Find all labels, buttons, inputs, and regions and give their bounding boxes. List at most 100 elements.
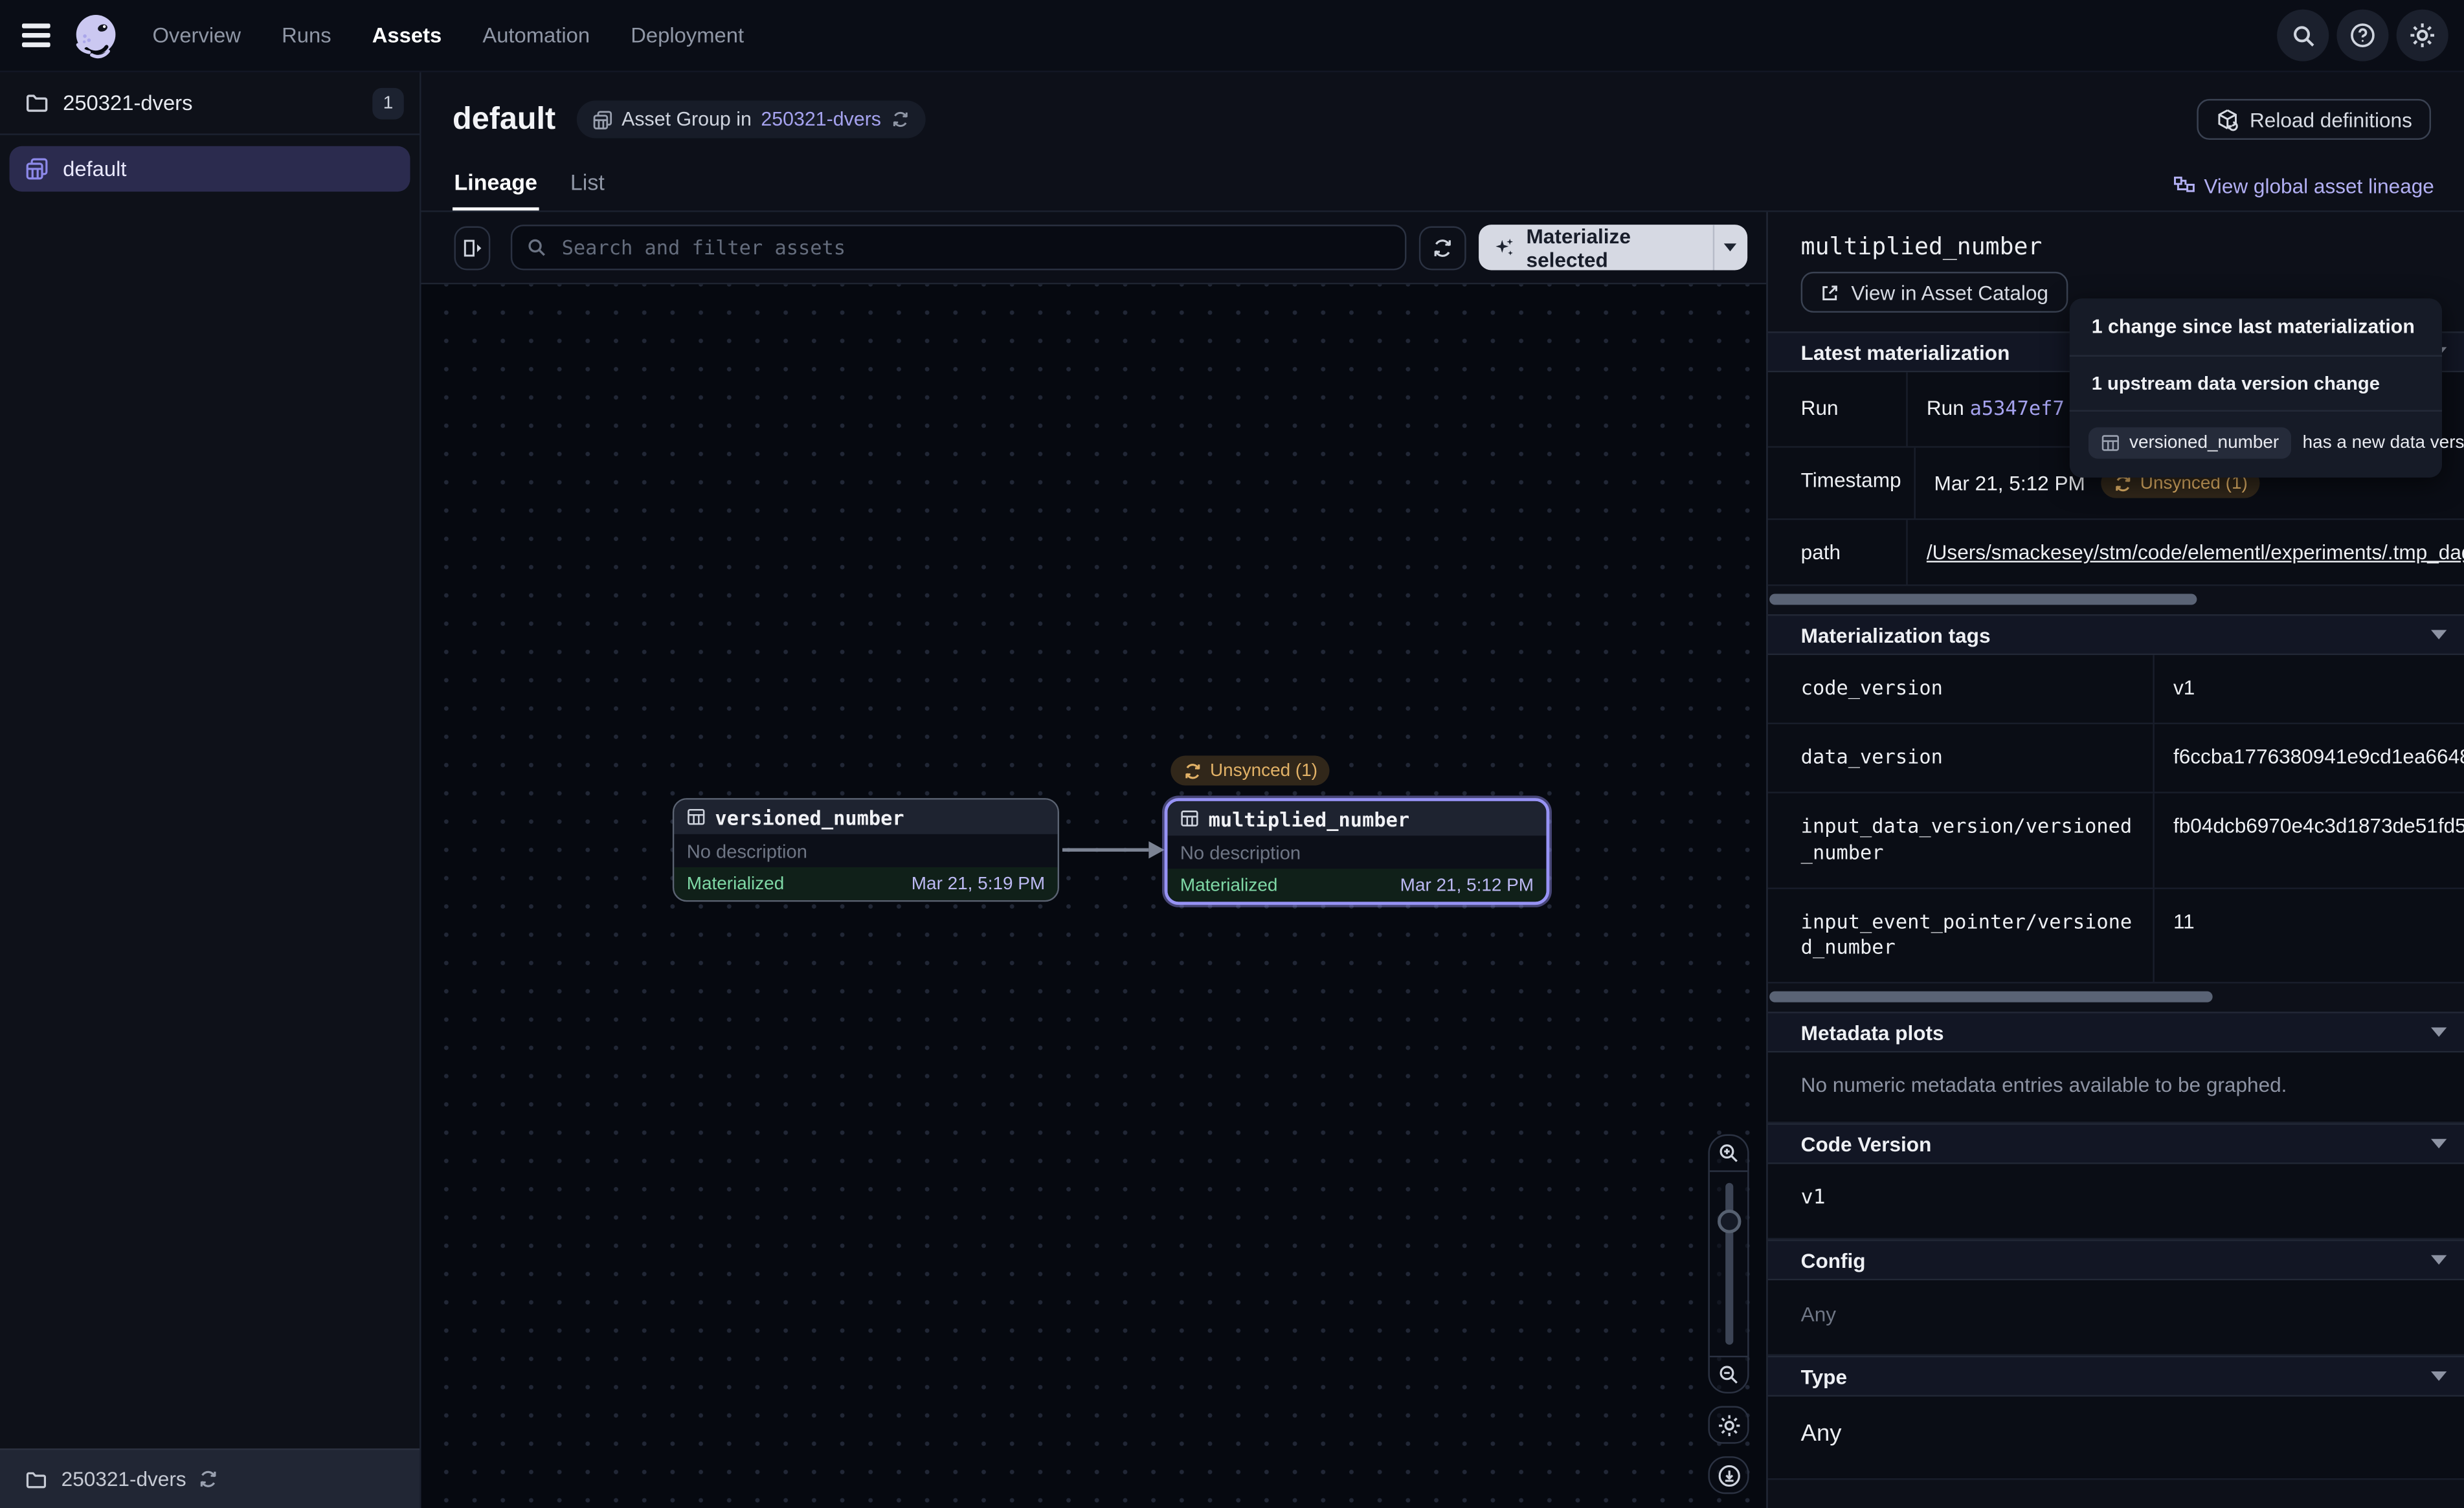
search-icon [527,238,548,258]
sidebar-item-default-group[interactable]: default [10,146,410,192]
node-description: No description [674,834,1057,867]
materialize-selected-split-button: Materialize selected [1479,225,1747,270]
code-version-value: v1 [1768,1164,2464,1240]
chevron-down-icon [2431,630,2447,639]
tag-row: code_version v1 [1768,655,2464,724]
metadata-plots-empty-text: No numeric metadata entries available to… [1768,1053,2464,1124]
lineage-edge-arrow [1062,839,1166,861]
selected-asset-title: multiplied_number [1768,212,2464,261]
reload-cube-icon [2215,107,2239,131]
horizontal-scrollbar[interactable] [1769,594,2197,605]
search-icon[interactable] [2277,10,2329,61]
sidebar-footer[interactable]: 250321-dvers [0,1448,420,1508]
settings-gear-icon[interactable] [2397,10,2448,61]
horizontal-scrollbar[interactable] [1769,992,2212,1003]
chevron-down-icon [2431,1372,2447,1382]
lineage-graph-section: Materialize selected [421,212,1767,1508]
badge-prefix: Asset Group in [622,108,752,130]
refresh-graph-icon[interactable] [1420,225,1466,269]
nav-assets[interactable]: Assets [372,23,442,47]
zoom-slider[interactable] [1710,1170,1747,1357]
search-input[interactable] [559,234,1391,261]
nav-runs[interactable]: Runs [282,23,331,47]
asset-group-badge[interactable]: Asset Group in 250321-dvers [576,100,925,138]
materialize-options-dropdown[interactable] [1712,225,1747,270]
type-value: Any [1768,1397,2464,1480]
sync-icon [197,1469,218,1490]
section-type[interactable]: Type [1768,1356,2464,1397]
repo-label: 250321-dvers [63,91,192,115]
asset-pill[interactable]: versioned_number [2089,427,2292,459]
folder-icon [25,1468,47,1490]
nav-overview[interactable]: Overview [152,23,241,47]
tooltip-suffix: has a new data version [2303,434,2464,452]
asset-node-versioned-number[interactable]: versioned_number No description Material… [673,798,1059,902]
lineage-graph-icon [2173,175,2195,197]
run-id-link[interactable]: a5347ef7 [1970,396,2065,419]
unsynced-icon [1183,761,1202,780]
menu-icon[interactable] [22,24,50,47]
app-root: Overview Runs Assets Automation Deployme… [0,0,2464,1508]
view-global-asset-lineage-link[interactable]: View global asset lineage [2173,174,2434,210]
tag-row: input_event_pointer/versioned_number 11 [1768,889,2464,984]
asset-detail-panel: multiplied_number View in Asset Catalog … [1766,212,2464,1508]
chevron-down-icon [2431,1256,2447,1265]
reload-definitions-button[interactable]: Reload definitions [2196,99,2431,140]
tooltip-title: 1 change since last materialization [2070,298,2442,357]
external-link-icon [1820,282,1841,303]
view-tabs: Lineage List View global asset lineage [421,151,2464,210]
tab-list[interactable]: List [568,170,606,210]
help-icon[interactable] [2336,10,2388,61]
zoom-slider-handle[interactable] [1717,1210,1740,1233]
chevron-down-icon [2431,1139,2447,1149]
repo-count-badge: 1 [372,87,404,119]
asset-groups-sidebar: 250321-dvers 1 default 250321-dvers [0,72,421,1508]
tag-row: input_data_version/versioned_number fb04… [1768,793,2464,888]
section-code-version[interactable]: Code Version [1768,1124,2464,1164]
view-in-asset-catalog-button[interactable]: View in Asset Catalog [1801,272,2067,313]
section-metadata-plots[interactable]: Metadata plots [1768,1012,2464,1053]
zoom-in-icon[interactable] [1710,1136,1747,1170]
asset-node-multiplied-number[interactable]: multiplied_number No description Materia… [1165,798,1550,905]
materialize-selected-button[interactable]: Materialize selected [1479,225,1712,270]
tab-lineage[interactable]: Lineage [453,170,539,210]
table-icon [1180,809,1199,828]
zoom-out-icon[interactable] [1710,1357,1747,1392]
folder-icon [25,91,49,115]
download-image-icon[interactable] [1708,1456,1749,1494]
main-area: default Asset Group in 250321-dvers [421,72,2464,1508]
table-icon [687,808,706,826]
page-header: default Asset Group in 250321-dvers [421,72,2464,212]
expand-panel-icon[interactable] [454,225,491,269]
section-materialization-tags[interactable]: Materialization tags [1768,614,2464,655]
zoom-controls [1708,1135,1749,1394]
node-timestamp: Mar 21, 5:19 PM [912,874,1045,893]
graph-settings-gear-icon[interactable] [1708,1406,1749,1443]
changes-tooltip: 1 change since last materialization 1 up… [2070,298,2442,478]
node-description: No description [1167,836,1546,869]
graph-toolbar: Materialize selected [421,212,1767,285]
sidebar-repo-row[interactable]: 250321-dvers 1 [0,72,420,135]
config-value: Any [1768,1281,2464,1357]
table-icon [2101,434,2120,452]
node-status: Materialized [687,874,784,893]
nav-automation[interactable]: Automation [482,23,590,47]
badge-repo-link[interactable]: 250321-dvers [761,108,881,130]
top-nav: Overview Runs Assets Automation Deployme… [0,0,2464,72]
materialization-path-link[interactable]: /Users/smackesey/stm/code/elementl/exper… [1927,540,2464,564]
node-unsynced-badge[interactable]: Unsynced (1) [1170,756,1330,788]
nav-actions [2277,10,2448,61]
asset-group-icon [25,157,49,181]
page-title: default [453,102,555,138]
node-timestamp: Mar 21, 5:12 PM [1400,876,1534,894]
footer-repo-label: 250321-dvers [62,1467,186,1491]
dagster-logo-icon[interactable] [71,10,121,61]
asset-group-icon [592,109,612,130]
lineage-canvas[interactable]: Unsynced (1) versioned_number No descrip… [421,284,1767,1508]
sparkles-icon [1495,236,1516,259]
group-label: default [63,157,126,181]
section-config[interactable]: Config [1768,1240,2464,1281]
tag-row: data_version f6ccba1776380941e9cd1ea6648… [1768,724,2464,793]
chevron-down-icon [1725,243,1737,251]
nav-deployment[interactable]: Deployment [631,23,744,47]
